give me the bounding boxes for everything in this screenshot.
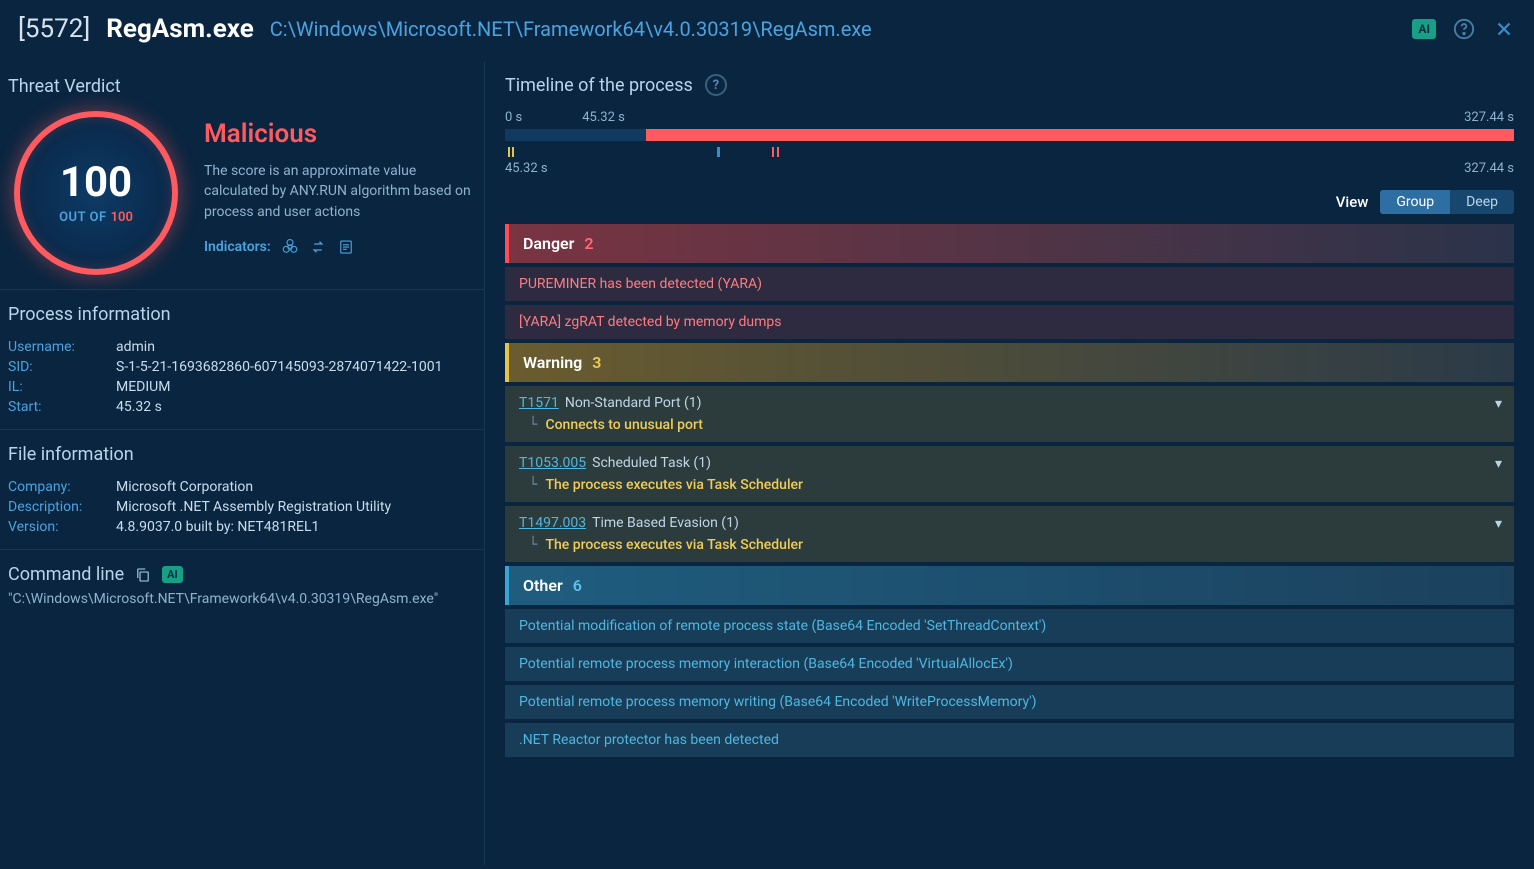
chevron-down-icon[interactable]: ▾ xyxy=(1495,516,1502,532)
indicators-label: Indicators: xyxy=(204,239,271,255)
command-line-title: Command line xyxy=(8,564,124,585)
danger-item[interactable]: PUREMINER has been detected (YARA) xyxy=(505,267,1514,301)
tab-deep[interactable]: Deep xyxy=(1450,190,1514,214)
technique-code[interactable]: T1497.003 xyxy=(519,515,586,531)
timeline-labels-bottom: 45.32 s 327.44 s xyxy=(505,161,1514,176)
timeline-title: Timeline of the process xyxy=(505,75,693,96)
info-value: 4.8.9037.0 built by: NET481REL1 xyxy=(116,519,476,535)
technique-desc: Non-Standard Port (1) xyxy=(565,395,702,411)
help-icon[interactable] xyxy=(1452,17,1476,41)
info-label: Start: xyxy=(8,399,116,415)
timeline-labels-top: 0 s 45.32 s 327.44 s xyxy=(505,110,1514,125)
process-pid: [5572] xyxy=(18,14,90,44)
category-warning: Warning 3 T1571 Non-Standard Port (1)▾└C… xyxy=(505,343,1514,562)
info-label: Company: xyxy=(8,479,116,495)
report-icon xyxy=(337,238,355,256)
info-label: Description: xyxy=(8,499,116,515)
right-panel: Timeline of the process ? 0 s 45.32 s 32… xyxy=(485,62,1534,865)
info-value: Microsoft Corporation xyxy=(116,479,476,495)
max-score: 100 xyxy=(111,210,133,225)
other-item[interactable]: .NET Reactor protector has been detected xyxy=(505,723,1514,757)
info-label: SID: xyxy=(8,359,116,375)
threat-verdict-section: Threat Verdict 100 OUT OF 100 Malicious T… xyxy=(0,62,484,289)
warning-sub-text: Connects to unusual port xyxy=(545,417,702,433)
timeline-bar-primary[interactable] xyxy=(505,129,1514,141)
command-line-text: "C:\Windows\Microsoft.NET\Framework64\v4… xyxy=(8,591,476,607)
swap-icon xyxy=(309,238,327,256)
out-of-label: OUT OF xyxy=(59,210,107,225)
other-item[interactable]: Potential modification of remote process… xyxy=(505,609,1514,643)
info-label: IL: xyxy=(8,379,116,395)
info-value: Microsoft .NET Assembly Registration Uti… xyxy=(116,499,476,515)
info-label: Version: xyxy=(8,519,116,535)
ai-badge[interactable]: AI xyxy=(1412,19,1436,39)
biohazard-icon xyxy=(281,238,299,256)
close-icon[interactable] xyxy=(1492,17,1516,41)
view-label: View xyxy=(1336,193,1369,211)
chevron-down-icon[interactable]: ▾ xyxy=(1495,396,1502,412)
file-info-title: File information xyxy=(8,444,476,465)
ai-badge-cmdline[interactable]: AI xyxy=(162,566,183,583)
process-path: C:\Windows\Microsoft.NET\Framework64\v4.… xyxy=(270,17,872,41)
warning-sub-text: The process executes via Task Scheduler xyxy=(545,477,803,493)
danger-item[interactable]: [YARA] zgRAT detected by memory dumps xyxy=(505,305,1514,339)
command-line-section: Command line AI "C:\Windows\Microsoft.NE… xyxy=(0,549,484,621)
info-value: MEDIUM xyxy=(116,379,476,395)
category-other: Other 6 Potential modification of remote… xyxy=(505,566,1514,757)
tab-group[interactable]: Group xyxy=(1380,190,1450,214)
score-value: 100 xyxy=(60,162,132,204)
view-tabs: Group Deep xyxy=(1380,190,1514,214)
technique-code[interactable]: T1571 xyxy=(519,395,559,411)
other-item[interactable]: Potential remote process memory interact… xyxy=(505,647,1514,681)
info-value: admin xyxy=(116,339,476,355)
category-danger: Danger 2 PUREMINER has been detected (YA… xyxy=(505,224,1514,339)
technique-desc: Scheduled Task (1) xyxy=(592,455,711,471)
warning-item[interactable]: T1497.003 Time Based Evasion (1)▾└The pr… xyxy=(505,506,1514,562)
warning-item[interactable]: T1053.005 Scheduled Task (1)▾└The proces… xyxy=(505,446,1514,502)
warning-sub-text: The process executes via Task Scheduler xyxy=(545,537,803,553)
info-value: 45.32 s xyxy=(116,399,476,415)
header-bar: [5572] RegAsm.exe C:\Windows\Microsoft.N… xyxy=(0,0,1534,62)
category-other-header[interactable]: Other 6 xyxy=(505,566,1514,605)
chevron-down-icon[interactable]: ▾ xyxy=(1495,456,1502,472)
copy-icon[interactable] xyxy=(134,566,152,584)
warning-item[interactable]: T1571 Non-Standard Port (1)▾└Connects to… xyxy=(505,386,1514,442)
timeline-bar-events[interactable] xyxy=(505,147,1514,157)
file-info-section: File information Company:Microsoft Corpo… xyxy=(0,429,484,549)
timeline-help-icon[interactable]: ? xyxy=(705,74,727,96)
info-value: S-1-5-21-1693682860-607145093-2874071422… xyxy=(116,359,476,375)
threat-verdict-title: Threat Verdict xyxy=(8,76,476,97)
left-panel: Threat Verdict 100 OUT OF 100 Malicious T… xyxy=(0,62,485,865)
process-info-title: Process information xyxy=(8,304,476,325)
process-name: RegAsm.exe xyxy=(106,14,254,44)
verdict-description: The score is an approximate value calcul… xyxy=(204,161,476,222)
process-info-section: Process information Username:adminSID:S-… xyxy=(0,289,484,429)
score-ring: 100 OUT OF 100 xyxy=(14,111,178,275)
technique-desc: Time Based Evasion (1) xyxy=(592,515,739,531)
verdict-name: Malicious xyxy=(204,119,476,149)
technique-code[interactable]: T1053.005 xyxy=(519,455,586,471)
other-item[interactable]: Potential remote process memory writing … xyxy=(505,685,1514,719)
indicators-row: Indicators: xyxy=(204,238,476,256)
category-danger-header[interactable]: Danger 2 xyxy=(505,224,1514,263)
category-warning-header[interactable]: Warning 3 xyxy=(505,343,1514,382)
info-label: Username: xyxy=(8,339,116,355)
